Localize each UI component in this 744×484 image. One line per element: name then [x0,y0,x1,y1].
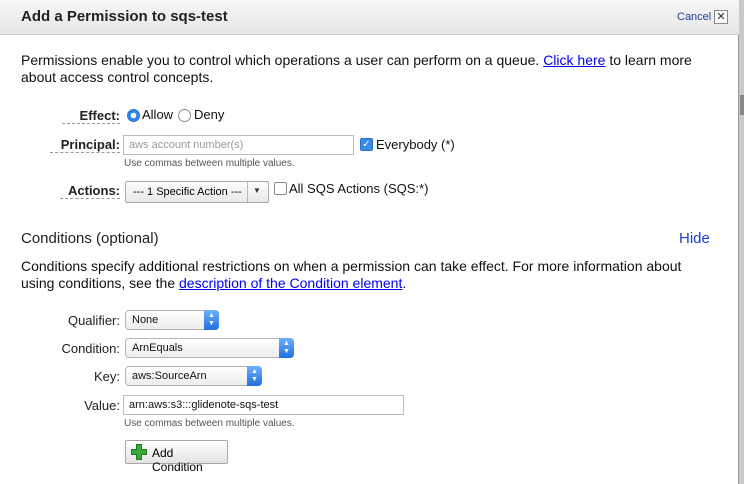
everybody-checkbox-icon[interactable]: ✓ [360,138,373,151]
intro-paragraph: Permissions enable you to control which … [21,52,711,86]
allow-radio-label[interactable]: Allow [142,107,173,122]
dialog-titlebar: Add a Permission to sqs-test Cancel ✕ [0,0,739,35]
qualifier-value: None [132,314,159,326]
add-permission-dialog: Add a Permission to sqs-test Cancel ✕ Pe… [0,0,739,484]
key-label: Key: [93,369,120,384]
principal-hint: Use commas between multiple values. [124,158,295,169]
condition-value: ArnEquals [132,342,183,354]
dropdown-divider [247,182,248,202]
effect-label: Effect: [62,108,120,124]
qualifier-label: Qualifier: [67,313,120,328]
intro-text-before: Permissions enable you to control which … [21,52,544,68]
chevron-down-icon: ▼ [253,186,261,195]
key-value: aws:SourceArn [132,370,207,382]
cancel-link[interactable]: Cancel [677,11,711,23]
deny-radio-icon[interactable] [178,109,191,122]
select-stepper-icon: ▲ ▼ [279,338,294,358]
everybody-label[interactable]: Everybody (*) [376,137,455,152]
actions-dropdown[interactable]: --- 1 Specific Action --- ▼ [125,181,269,203]
principal-label: Principal: [50,137,120,153]
condition-value-input[interactable] [123,395,404,415]
value-hint: Use commas between multiple values. [124,418,295,429]
key-select[interactable]: aws:SourceArn ▲ ▼ [125,366,262,386]
actions-label: Actions: [60,183,120,199]
green-plus-icon [131,444,147,460]
background-window-edge [740,95,744,115]
qualifier-select[interactable]: None ▲ ▼ [125,310,219,330]
dialog-title: Add a Permission to sqs-test [21,8,228,25]
select-stepper-icon: ▲ ▼ [204,310,219,330]
all-actions-checkbox-icon[interactable] [274,182,287,195]
condition-label: Condition: [61,341,120,356]
condition-element-link[interactable]: description of the Condition element [179,275,402,291]
add-condition-button[interactable]: Add Condition [125,440,228,474]
value-label: Value: [84,398,120,413]
add-condition-label: Add Condition [152,446,203,474]
all-actions-label[interactable]: All SQS Actions (SQS:*) [289,181,428,196]
close-icon[interactable]: ✕ [714,10,728,24]
learn-more-link[interactable]: Click here [543,52,605,68]
allow-radio-icon[interactable] [127,109,140,122]
select-stepper-icon: ▲ ▼ [247,366,262,386]
condition-select[interactable]: ArnEquals ▲ ▼ [125,338,294,358]
hide-conditions-link[interactable]: Hide [679,230,710,247]
conditions-paragraph: Conditions specify additional restrictio… [21,258,711,292]
deny-radio-label[interactable]: Deny [194,107,224,122]
actions-dropdown-value: --- 1 Specific Action --- [133,186,242,198]
conditions-text-after: . [402,275,407,291]
principal-input[interactable] [123,135,354,155]
conditions-title: Conditions (optional) [21,230,159,247]
